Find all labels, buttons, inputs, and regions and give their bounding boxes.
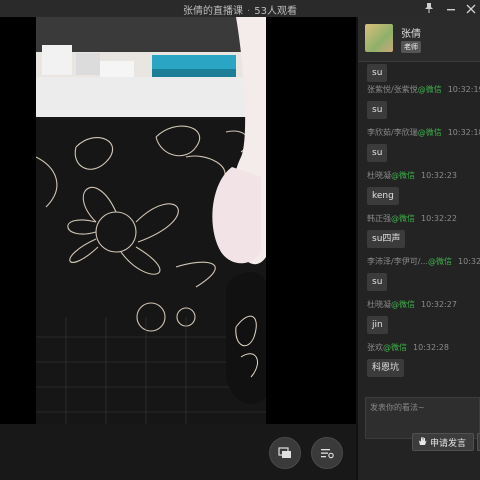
chat-message: 李沛泽/李伊可/...@微信 10:32 su xyxy=(367,257,480,291)
message-meta: 张欢@微信 10:32:28 xyxy=(367,343,449,353)
comment-input[interactable] xyxy=(366,398,479,416)
chat-message-list[interactable]: su 张紫悦/张紫悦@微信10:32:19 su 李欣茹/李欣瑞@微信10:32… xyxy=(358,61,480,397)
message-time: 10:32:27 xyxy=(421,300,457,309)
sender-name: 杜晓凝 xyxy=(367,171,391,180)
sender-source: @微信 xyxy=(417,128,442,137)
sender-source: @微信 xyxy=(391,171,415,180)
sender-name: 李沛泽/李伊可/... xyxy=(367,257,429,266)
message-time: 10:32:19 xyxy=(447,85,480,94)
sender-name: 李欣茹/李欣瑞 xyxy=(367,128,418,137)
message-meta: 李沛泽/李伊可/...@微信 10:32 xyxy=(367,257,480,267)
chat-message: 张紫悦/张紫悦@微信 10:32:19 su xyxy=(367,85,480,119)
message-meta: 李欣茹/李欣瑞@微信 10:32:18 xyxy=(367,128,480,138)
message-bubble: su四声 xyxy=(367,230,406,248)
sender-source: @微信 xyxy=(428,257,453,266)
message-time: 10:32:23 xyxy=(421,171,457,180)
close-icon[interactable] xyxy=(466,2,476,17)
chat-panel: 张倩 老师 su 张紫悦/张紫悦@微信10:32:19 su 李欣茹/李欣瑞@微… xyxy=(358,17,480,480)
chat-message: 李欣茹/李欣瑞@微信 10:32:18 su xyxy=(367,128,480,162)
chat-message: 杜晓凝@微信 10:32:27 jin xyxy=(367,300,457,334)
chat-message: 杜晓凝@微信 10:32:23 keng xyxy=(367,171,457,205)
message-meta: 张紫悦/张紫悦@微信 10:32:19 xyxy=(367,85,480,95)
sender-name: 韩正强 xyxy=(367,214,391,223)
message-meta: 韩正强@微信 10:32:22 xyxy=(367,214,457,224)
viewer-count: 53人观看 xyxy=(254,6,297,17)
message-bubble: su xyxy=(367,101,388,119)
sender-source: @微信 xyxy=(383,343,407,352)
pin-icon[interactable] xyxy=(424,2,434,17)
message-bubble: 科恩坑 xyxy=(367,359,405,377)
live-video-frame[interactable] xyxy=(36,17,266,424)
settings-list-button[interactable] xyxy=(311,437,343,469)
message-time: 10:32:22 xyxy=(421,214,457,223)
title-bar: 张倩的直播课 · 53人观看 xyxy=(0,0,480,17)
message-time: 10:32:28 xyxy=(413,343,449,352)
message-meta: 杜晓凝@微信 10:32:27 xyxy=(367,300,457,310)
message-bubble: su xyxy=(367,64,388,82)
sender-source: @微信 xyxy=(391,300,415,309)
screen-switch-button[interactable] xyxy=(269,437,301,469)
sender-name: 张紫悦/张紫悦 xyxy=(367,85,418,94)
window-title: 张倩的直播课 · 53人观看 xyxy=(0,2,480,17)
sender-source: @微信 xyxy=(417,85,442,94)
message-bubble: jin xyxy=(367,316,388,334)
message-time: 10:32 xyxy=(458,257,480,266)
sender-source: @微信 xyxy=(391,214,415,223)
teacher-badge: 老师 xyxy=(401,41,421,53)
video-area[interactable] xyxy=(0,17,356,424)
message-meta: 杜晓凝@微信 10:32:23 xyxy=(367,171,457,181)
chat-message: su xyxy=(367,61,388,82)
video-control-bar xyxy=(0,424,356,480)
hand-raise-icon xyxy=(418,436,427,449)
apply-to-speak-button[interactable]: 申请发言 xyxy=(412,433,474,451)
teacher-name: 张倩 xyxy=(401,29,421,40)
message-bubble: su xyxy=(367,144,388,162)
course-title: 张倩的直播课 xyxy=(183,6,244,17)
settings-list-icon xyxy=(320,444,334,463)
sender-name: 张欢 xyxy=(367,343,383,352)
chat-message: 韩正强@微信 10:32:22 su四声 xyxy=(367,214,457,248)
message-bubble: su xyxy=(367,273,388,291)
minimize-icon[interactable] xyxy=(446,2,456,17)
screen-switch-icon xyxy=(278,444,292,463)
avatar[interactable] xyxy=(365,24,393,52)
teacher-header: 张倩 老师 xyxy=(358,17,480,62)
video-image xyxy=(36,17,266,424)
apply-to-speak-label: 申请发言 xyxy=(430,438,467,449)
message-time: 10:32:18 xyxy=(447,128,480,137)
chat-message: 张欢@微信 10:32:28 科恩坑 xyxy=(367,343,449,377)
title-separator: · xyxy=(247,6,251,17)
message-bubble: keng xyxy=(367,187,399,205)
sender-name: 杜晓凝 xyxy=(367,300,391,309)
